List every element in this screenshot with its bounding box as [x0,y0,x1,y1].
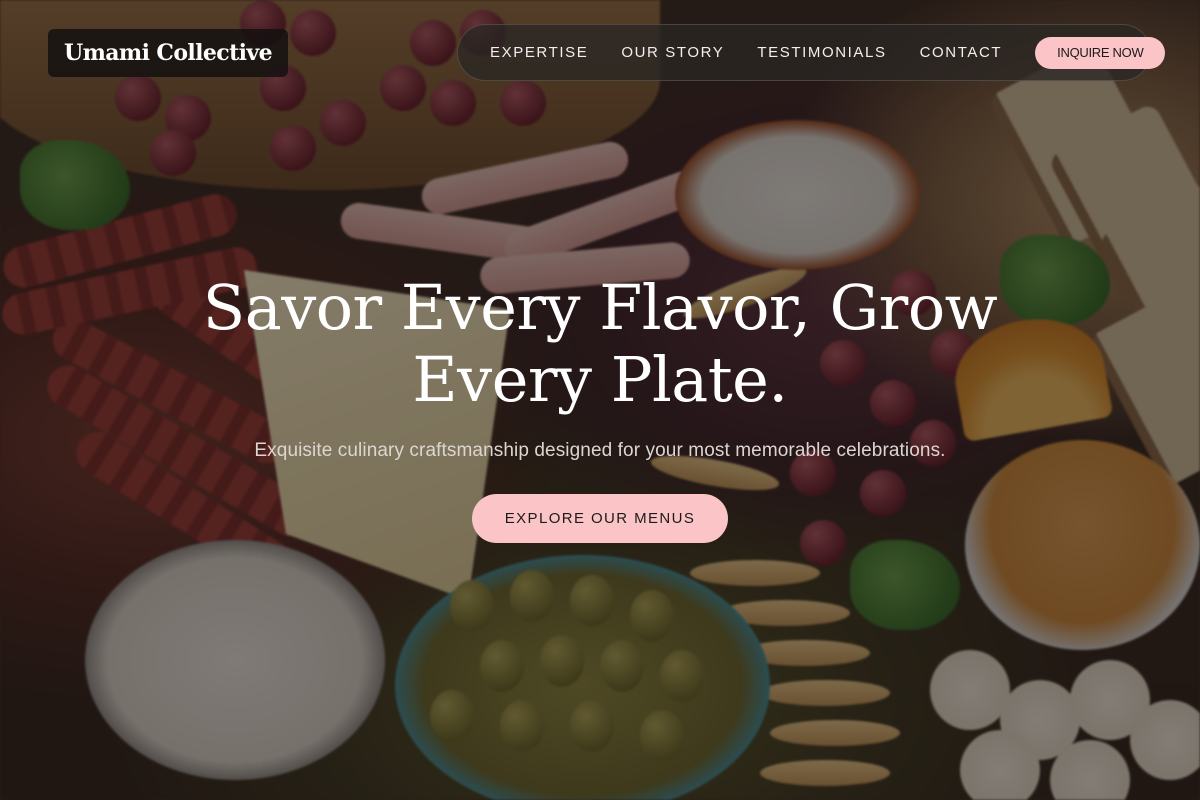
hero-title-line-2: Every Plate. [412,343,788,416]
nav-our-story[interactable]: OUR STORY [621,44,724,61]
brand-logo[interactable]: Umami Collective [48,29,289,77]
inquire-now-button[interactable]: INQUIRE NOW [1035,36,1166,69]
main-nav: EXPERTISE OUR STORY TESTIMONIALS CONTACT… [457,24,1166,81]
nav-expertise[interactable]: EXPERTISE [490,44,588,61]
hero-title: Savor Every Flavor, Grow Every Plate. [0,272,1200,416]
hero-subtitle: Exquisite culinary craftsmanship designe… [254,440,946,461]
nav-testimonials[interactable]: TESTIMONIALS [757,44,886,61]
explore-menus-button[interactable]: EXPLORE OUR MENUS [472,494,728,543]
nav-contact[interactable]: CONTACT [920,44,1003,61]
hero-title-line-1: Savor Every Flavor, Grow [202,271,998,344]
